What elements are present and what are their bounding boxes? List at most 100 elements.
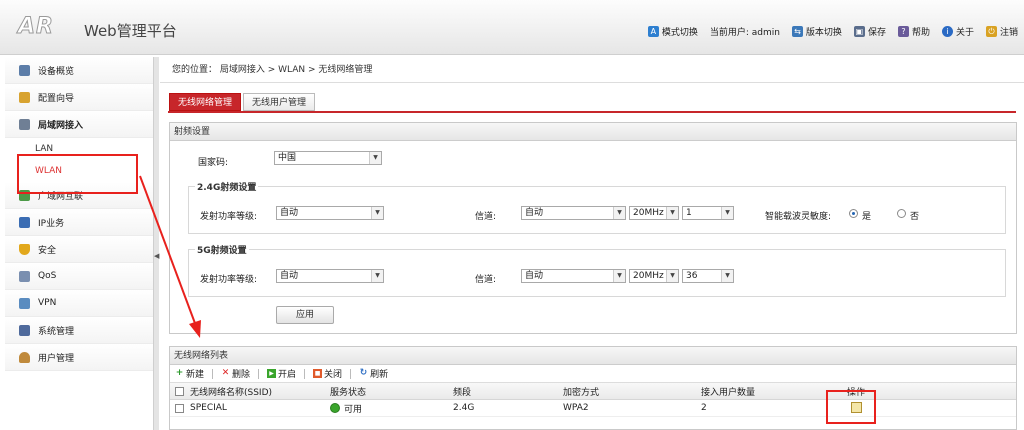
bandwidth-select-5g[interactable]: 20MHz ▼ bbox=[629, 269, 679, 283]
plus-icon: + bbox=[175, 368, 184, 378]
sidebar-item-lan-access[interactable]: 局域网接入 bbox=[5, 111, 153, 138]
channel-select-5g[interactable]: 自动 ▼ bbox=[521, 269, 626, 283]
fieldset-2-4g: 2.4G射频设置 发射功率等级: 自动 ▼ 信道: 自动 ▼ 20MHz ▼ 1… bbox=[188, 180, 1006, 234]
sidebar-item-security[interactable]: 安全 bbox=[5, 236, 153, 263]
channel-select-2-4g[interactable]: 自动 ▼ bbox=[521, 206, 626, 220]
delete-icon: ✕ bbox=[221, 368, 230, 378]
logout-link[interactable]: ⏻ 注销 bbox=[985, 25, 1018, 38]
column-header-status: 服务状态 bbox=[330, 387, 367, 398]
chevron-down-icon: ▼ bbox=[371, 207, 383, 219]
status-ok-icon bbox=[330, 403, 340, 413]
header: AR Web管理平台 A 模式切换 当前用户: admin ⇆ 版本切换 ▣ 保… bbox=[0, 0, 1024, 55]
select-all-checkbox[interactable] bbox=[175, 387, 184, 396]
sidebar-item-ip-service[interactable]: IP业务 bbox=[5, 209, 153, 236]
sidebar-item-system[interactable]: 系统管理 bbox=[5, 317, 153, 344]
column-header-encryption: 加密方式 bbox=[563, 387, 600, 398]
toolbar-divider bbox=[304, 368, 306, 379]
shield-icon bbox=[19, 243, 30, 255]
chevron-down-icon: ▼ bbox=[369, 152, 381, 164]
help-icon: ? bbox=[897, 26, 909, 37]
sensitivity-yes-radio[interactable] bbox=[849, 209, 858, 218]
logout-icon: ⏻ bbox=[985, 26, 997, 37]
list-toolbar: + 新建 ✕ 删除 ▶ 开启 ■ 关闭 ↻ 刷新 bbox=[170, 365, 1016, 383]
refresh-icon: ↻ bbox=[359, 368, 368, 378]
version-switch-link[interactable]: ⇆ 版本切换 bbox=[791, 25, 842, 38]
help-link[interactable]: ? 帮助 bbox=[897, 25, 930, 38]
save-icon: ▣ bbox=[853, 26, 865, 37]
column-header-ssid: 无线网络名称(SSID) bbox=[190, 387, 273, 398]
tab-wireless-users[interactable]: 无线用户管理 bbox=[243, 93, 316, 111]
about-link[interactable]: i 关于 bbox=[941, 25, 974, 38]
cell-band: 2.4G bbox=[453, 403, 475, 413]
chevron-down-icon: ▼ bbox=[613, 207, 625, 219]
row-checkbox[interactable] bbox=[175, 404, 184, 413]
app-title: Web管理平台 bbox=[84, 22, 177, 40]
chevron-down-icon: ▼ bbox=[371, 270, 383, 282]
version-switch-icon: ⇆ bbox=[791, 26, 803, 37]
sidebar-item-qos[interactable]: QoS bbox=[5, 263, 153, 290]
main-content: 您的位置： 局域网接入 > WLAN > 无线网络管理 无线网络管理 无线用户管… bbox=[160, 57, 1024, 430]
brand-logo: AR bbox=[18, 14, 54, 40]
chevron-down-icon: ▼ bbox=[666, 270, 678, 282]
about-icon: i bbox=[941, 26, 953, 37]
save-link[interactable]: ▣ 保存 bbox=[853, 25, 886, 38]
channel-number-select-2-4g[interactable]: 1 ▼ bbox=[682, 206, 734, 220]
sidebar-item-device-overview[interactable]: 设备概览 bbox=[5, 57, 153, 84]
country-select[interactable]: 中国 ▼ bbox=[274, 151, 382, 165]
power-select-5g[interactable]: 自动 ▼ bbox=[276, 269, 384, 283]
power-select-2-4g[interactable]: 自动 ▼ bbox=[276, 206, 384, 220]
chevron-down-icon: ▼ bbox=[613, 270, 625, 282]
wireless-list-panel: 无线网络列表 + 新建 ✕ 删除 ▶ 开启 ■ 关闭 ↻ 刷新 无线网络名称(S… bbox=[169, 346, 1017, 430]
chevron-down-icon: ▼ bbox=[666, 207, 678, 219]
disable-button[interactable]: ■ 关闭 bbox=[313, 367, 342, 380]
annotation-box-wlan bbox=[17, 154, 138, 194]
panel-title: 射频设置 bbox=[170, 123, 1016, 141]
country-label: 国家码: bbox=[198, 158, 229, 168]
sidebar-item-users[interactable]: 用户管理 bbox=[5, 344, 153, 371]
channel-number-select-5g[interactable]: 36 ▼ bbox=[682, 269, 734, 283]
tab-underline bbox=[168, 111, 1016, 113]
enable-button[interactable]: ▶ 开启 bbox=[267, 367, 296, 380]
user-icon bbox=[19, 351, 30, 363]
apply-button[interactable]: 应用 bbox=[276, 306, 334, 324]
fieldset-5g: 5G射频设置 发射功率等级: 自动 ▼ 信道: 自动 ▼ 20MHz ▼ 36 … bbox=[188, 243, 1006, 297]
cell-ssid: SPECIAL bbox=[190, 403, 227, 413]
toolbar-divider bbox=[258, 368, 260, 379]
stop-icon: ■ bbox=[313, 369, 323, 378]
table-row: SPECIAL 可用 2.4G WPA2 2 bbox=[170, 400, 1016, 417]
sidebar: 设备概览 配置向导 局域网接入 LAN WLAN 广域网互联 IP业务 安全 Q… bbox=[5, 57, 153, 430]
wizard-icon bbox=[19, 91, 30, 103]
sidebar-collapse-handle[interactable]: ◀ bbox=[153, 57, 159, 430]
tab-wireless-network[interactable]: 无线网络管理 bbox=[169, 93, 242, 111]
fieldset-legend-5g: 5G射频设置 bbox=[195, 243, 249, 256]
delete-button[interactable]: ✕ 删除 bbox=[221, 367, 250, 381]
toolbar-divider bbox=[212, 368, 214, 379]
sensitivity-label: 智能载波灵敏度: bbox=[765, 212, 832, 222]
new-button[interactable]: + 新建 bbox=[175, 367, 204, 381]
top-nav: A 模式切换 当前用户: admin ⇆ 版本切换 ▣ 保存 ? 帮助 i 关于… bbox=[647, 25, 1018, 38]
column-header-users: 接入用户数量 bbox=[701, 387, 756, 398]
mode-switch-icon: A bbox=[647, 26, 659, 37]
fieldset-legend-2-4g: 2.4G射频设置 bbox=[195, 180, 259, 193]
play-icon: ▶ bbox=[267, 369, 277, 378]
channel-label-2-4g: 信道: bbox=[475, 212, 497, 222]
power-label-5g: 发射功率等级: bbox=[200, 275, 258, 285]
column-header-band: 频段 bbox=[453, 387, 472, 398]
cell-users: 2 bbox=[701, 403, 707, 413]
sensitivity-no-radio[interactable] bbox=[897, 209, 906, 218]
monitor-icon bbox=[19, 64, 30, 76]
tab-bar: 无线网络管理 无线用户管理 bbox=[169, 93, 316, 111]
power-label-2-4g: 发射功率等级: bbox=[200, 212, 258, 222]
vpn-icon bbox=[19, 297, 30, 309]
sidebar-item-vpn[interactable]: VPN bbox=[5, 290, 153, 317]
ip-icon bbox=[19, 216, 30, 228]
table-header: 无线网络名称(SSID) 服务状态 频段 加密方式 接入用户数量 操作 bbox=[170, 383, 1016, 400]
bandwidth-select-2-4g[interactable]: 20MHz ▼ bbox=[629, 206, 679, 220]
mode-switch-link[interactable]: A 模式切换 bbox=[647, 25, 698, 38]
current-user: 当前用户: admin bbox=[709, 28, 780, 38]
refresh-button[interactable]: ↻ 刷新 bbox=[359, 367, 388, 381]
network-icon bbox=[19, 118, 30, 130]
sidebar-item-config-wizard[interactable]: 配置向导 bbox=[5, 84, 153, 111]
qos-icon bbox=[19, 270, 30, 282]
chevron-left-icon: ◀ bbox=[154, 252, 160, 260]
